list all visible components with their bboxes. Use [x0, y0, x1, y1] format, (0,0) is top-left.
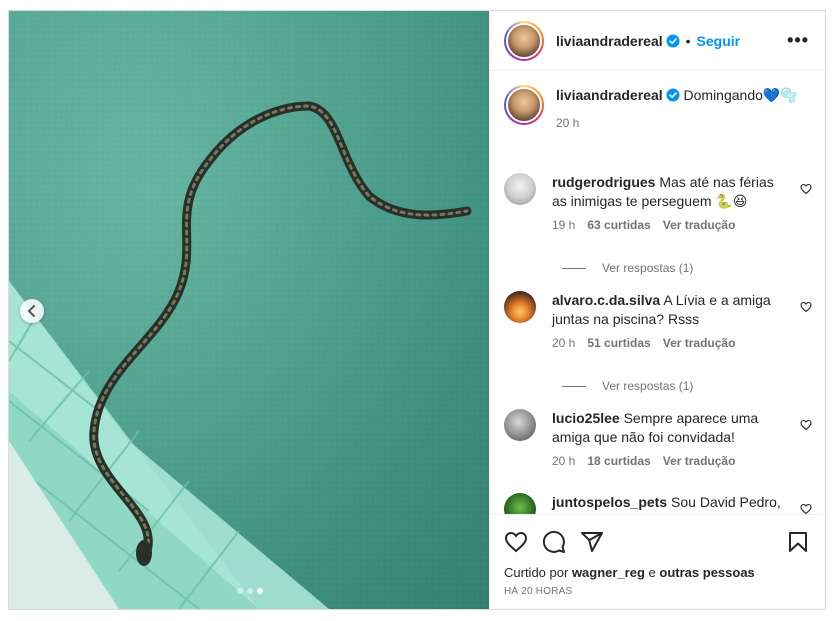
view-replies-button[interactable]: Ver respostas (1) — [562, 261, 693, 275]
post-actions: Curtido por wagner_reg e outras pessoas … — [490, 514, 826, 597]
caption-text: Domingando💙🫧 — [683, 87, 798, 103]
carousel-indicator — [237, 588, 263, 594]
carousel-dot — [237, 588, 243, 594]
caption-avatar[interactable] — [504, 85, 544, 125]
post-media — [9, 11, 489, 609]
comment-item: rudgerodrigues Mas até nas férias as ini… — [504, 173, 820, 235]
chevron-left-icon — [27, 305, 35, 317]
translate-link[interactable]: Ver tradução — [663, 334, 736, 353]
commenter-avatar[interactable] — [504, 173, 536, 205]
commenter-username[interactable]: juntospelos_pets — [552, 494, 667, 510]
commenter-username[interactable]: alvaro.c.da.silva — [552, 292, 660, 308]
comment-item: alvaro.c.da.silva A Lívia e a amiga junt… — [504, 291, 820, 353]
liked-by-prefix: Curtido por — [504, 565, 569, 580]
commenter-avatar[interactable] — [504, 493, 536, 514]
comment-icon — [542, 530, 565, 553]
liked-by-conj: e — [648, 565, 656, 580]
carousel-dot — [247, 588, 253, 594]
share-icon — [581, 532, 603, 552]
commenter-avatar[interactable] — [504, 409, 536, 441]
liked-by-line: Curtido por wagner_reg e outras pessoas — [504, 565, 810, 580]
verified-icon — [666, 88, 680, 102]
caption-username[interactable]: liviaandradereal — [556, 87, 663, 103]
translate-link[interactable]: Ver tradução — [663, 452, 736, 471]
comment-time: 20 h — [552, 454, 576, 468]
verified-icon — [666, 34, 680, 47]
instagram-post-modal: liviaandradereal • Seguir ••• liviaandra… — [8, 10, 826, 610]
comment-likes[interactable]: 18 curtidas — [587, 452, 650, 471]
comment-time: 20 h — [552, 336, 576, 350]
view-replies-button[interactable]: Ver respostas (1) — [562, 379, 693, 393]
heart-icon[interactable] — [800, 301, 812, 313]
carousel-prev-button[interactable] — [20, 299, 44, 323]
comment-text: Sou David Pedro, — [671, 494, 781, 510]
bookmark-icon — [789, 532, 807, 552]
heart-icon[interactable] — [800, 503, 812, 514]
comment-item: lucio25lee Sempre aparece uma amiga que … — [504, 409, 820, 471]
like-button[interactable] — [504, 530, 528, 554]
comment-likes[interactable]: 51 curtidas — [587, 334, 650, 353]
post-header: liviaandradereal • Seguir ••• — [490, 11, 825, 71]
heart-icon — [504, 531, 528, 553]
heart-icon[interactable] — [800, 183, 812, 195]
heart-icon[interactable] — [800, 419, 812, 431]
post-caption: liviaandradereal Domingando💙🫧 20 h — [490, 71, 826, 133]
comment-item: juntospelos_pets Sou David Pedro, — [504, 493, 820, 514]
save-button[interactable] — [786, 530, 810, 554]
liked-by-user[interactable]: wagner_reg — [572, 565, 645, 580]
follow-button[interactable]: Seguir — [697, 33, 741, 49]
pool-snake-photo — [9, 11, 489, 609]
comment-time: 19 h — [552, 218, 576, 232]
author-username[interactable]: liviaandradereal — [556, 33, 663, 49]
post-side-panel: liviaandradereal • Seguir ••• liviaandra… — [489, 11, 826, 609]
translate-link[interactable]: Ver tradução — [663, 216, 736, 235]
post-timestamp[interactable]: HÁ 20 HORAS — [504, 586, 810, 597]
comment-likes[interactable]: 63 curtidas — [587, 216, 650, 235]
carousel-dot-active — [257, 588, 263, 594]
caption-time: 20 h — [556, 116, 580, 130]
comment-button[interactable] — [542, 530, 566, 554]
header-separator: • — [685, 32, 691, 49]
share-button[interactable] — [580, 530, 604, 554]
liked-by-others[interactable]: outras pessoas — [659, 565, 754, 580]
commenter-avatar[interactable] — [504, 291, 536, 323]
author-avatar[interactable] — [504, 20, 544, 61]
commenter-username[interactable]: rudgerodrigues — [552, 174, 655, 190]
more-icon[interactable]: ••• — [787, 30, 809, 51]
commenter-username[interactable]: lucio25lee — [552, 410, 620, 426]
comments-list[interactable]: liviaandradereal Domingando💙🫧 20 h rudge… — [490, 71, 826, 514]
